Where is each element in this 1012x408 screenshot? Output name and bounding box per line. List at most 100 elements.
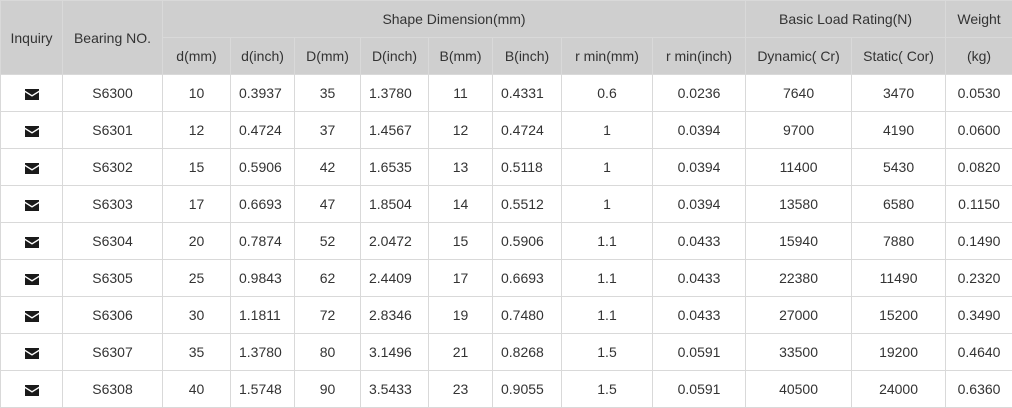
col-header-b-mm: B(mm) bbox=[429, 38, 493, 75]
table-row: S6306301.1811722.8346190.74801.10.043327… bbox=[1, 297, 1012, 334]
cell-b-inch: 0.4724 bbox=[493, 112, 562, 149]
cell-outer-d-inch: 1.4567 bbox=[361, 112, 429, 149]
cell-d-inch: 0.9843 bbox=[231, 260, 295, 297]
bearing-spec-table: Inquiry Bearing NO. Shape Dimension(mm) … bbox=[0, 0, 1012, 408]
cell-b-mm: 14 bbox=[429, 186, 493, 223]
cell-r-min-inch: 0.0394 bbox=[653, 149, 746, 186]
col-header-r-min-inch: r min(inch) bbox=[653, 38, 746, 75]
cell-bearing-no: S6301 bbox=[63, 112, 163, 149]
envelope-icon[interactable] bbox=[25, 200, 39, 211]
cell-r-min-mm: 1 bbox=[562, 112, 653, 149]
table-row: S6305250.9843622.4409170.66931.10.043322… bbox=[1, 260, 1012, 297]
cell-static-cor: 5430 bbox=[852, 149, 946, 186]
cell-outer-d-mm: 47 bbox=[295, 186, 361, 223]
envelope-icon[interactable] bbox=[25, 311, 39, 322]
cell-outer-d-inch: 2.8346 bbox=[361, 297, 429, 334]
cell-dynamic-cr: 13580 bbox=[746, 186, 852, 223]
col-header-weight-unit: (kg) bbox=[946, 38, 1012, 75]
cell-dynamic-cr: 40500 bbox=[746, 371, 852, 408]
cell-b-mm: 23 bbox=[429, 371, 493, 408]
envelope-icon[interactable] bbox=[25, 237, 39, 248]
cell-dynamic-cr: 7640 bbox=[746, 75, 852, 112]
inquiry-button[interactable] bbox=[1, 223, 63, 260]
envelope-icon[interactable] bbox=[25, 163, 39, 174]
col-header-d-mm: d(mm) bbox=[163, 38, 231, 75]
cell-r-min-inch: 0.0591 bbox=[653, 371, 746, 408]
envelope-icon[interactable] bbox=[25, 274, 39, 285]
cell-b-inch: 0.5118 bbox=[493, 149, 562, 186]
envelope-icon[interactable] bbox=[25, 348, 39, 359]
cell-d-mm: 30 bbox=[163, 297, 231, 334]
shape-dimension-header: Shape Dimension(mm) bbox=[163, 1, 746, 38]
cell-dynamic-cr: 15940 bbox=[746, 223, 852, 260]
cell-weight-kg: 0.0820 bbox=[946, 149, 1012, 186]
cell-dynamic-cr: 22380 bbox=[746, 260, 852, 297]
table-row: S6308401.5748903.5433230.90551.50.059140… bbox=[1, 371, 1012, 408]
table-row: S6307351.3780803.1496210.82681.50.059133… bbox=[1, 334, 1012, 371]
inquiry-button[interactable] bbox=[1, 75, 63, 112]
cell-r-min-inch: 0.0433 bbox=[653, 297, 746, 334]
inquiry-header: Inquiry bbox=[1, 1, 63, 75]
inquiry-button[interactable] bbox=[1, 112, 63, 149]
cell-outer-d-mm: 52 bbox=[295, 223, 361, 260]
cell-outer-d-mm: 37 bbox=[295, 112, 361, 149]
cell-b-mm: 15 bbox=[429, 223, 493, 260]
cell-dynamic-cr: 33500 bbox=[746, 334, 852, 371]
cell-d-inch: 0.4724 bbox=[231, 112, 295, 149]
cell-d-inch: 1.3780 bbox=[231, 334, 295, 371]
cell-bearing-no: S6305 bbox=[63, 260, 163, 297]
basic-load-rating-header: Basic Load Rating(N) bbox=[746, 1, 946, 38]
cell-dynamic-cr: 9700 bbox=[746, 112, 852, 149]
cell-b-mm: 13 bbox=[429, 149, 493, 186]
cell-static-cor: 4190 bbox=[852, 112, 946, 149]
cell-outer-d-inch: 3.5433 bbox=[361, 371, 429, 408]
cell-b-mm: 17 bbox=[429, 260, 493, 297]
cell-weight-kg: 0.3490 bbox=[946, 297, 1012, 334]
table-row: S6303170.6693471.8504140.551210.03941358… bbox=[1, 186, 1012, 223]
inquiry-button[interactable] bbox=[1, 334, 63, 371]
bearing-no-header: Bearing NO. bbox=[63, 1, 163, 75]
cell-r-min-inch: 0.0394 bbox=[653, 112, 746, 149]
cell-b-inch: 0.9055 bbox=[493, 371, 562, 408]
cell-r-min-mm: 1 bbox=[562, 186, 653, 223]
cell-static-cor: 24000 bbox=[852, 371, 946, 408]
cell-r-min-mm: 0.6 bbox=[562, 75, 653, 112]
col-header-b-inch: B(inch) bbox=[493, 38, 562, 75]
cell-b-inch: 0.6693 bbox=[493, 260, 562, 297]
cell-static-cor: 3470 bbox=[852, 75, 946, 112]
inquiry-button[interactable] bbox=[1, 371, 63, 408]
cell-r-min-inch: 0.0394 bbox=[653, 186, 746, 223]
inquiry-button[interactable] bbox=[1, 186, 63, 223]
envelope-icon[interactable] bbox=[25, 126, 39, 137]
cell-b-mm: 12 bbox=[429, 112, 493, 149]
cell-r-min-mm: 1.1 bbox=[562, 260, 653, 297]
inquiry-button[interactable] bbox=[1, 297, 63, 334]
col-header-r-min-mm: r min(mm) bbox=[562, 38, 653, 75]
cell-outer-d-mm: 42 bbox=[295, 149, 361, 186]
cell-weight-kg: 0.2320 bbox=[946, 260, 1012, 297]
cell-d-mm: 40 bbox=[163, 371, 231, 408]
cell-d-mm: 25 bbox=[163, 260, 231, 297]
cell-d-inch: 1.5748 bbox=[231, 371, 295, 408]
cell-weight-kg: 0.4640 bbox=[946, 334, 1012, 371]
cell-dynamic-cr: 27000 bbox=[746, 297, 852, 334]
cell-bearing-no: S6304 bbox=[63, 223, 163, 260]
cell-b-mm: 11 bbox=[429, 75, 493, 112]
cell-r-min-mm: 1.1 bbox=[562, 223, 653, 260]
envelope-icon[interactable] bbox=[25, 89, 39, 100]
cell-outer-d-mm: 90 bbox=[295, 371, 361, 408]
cell-b-inch: 0.7480 bbox=[493, 297, 562, 334]
cell-bearing-no: S6303 bbox=[63, 186, 163, 223]
cell-r-min-inch: 0.0433 bbox=[653, 223, 746, 260]
inquiry-button[interactable] bbox=[1, 260, 63, 297]
cell-bearing-no: S6307 bbox=[63, 334, 163, 371]
cell-b-inch: 0.5512 bbox=[493, 186, 562, 223]
cell-weight-kg: 0.0600 bbox=[946, 112, 1012, 149]
cell-d-inch: 1.1811 bbox=[231, 297, 295, 334]
inquiry-button[interactable] bbox=[1, 149, 63, 186]
cell-d-inch: 0.6693 bbox=[231, 186, 295, 223]
cell-r-min-mm: 1 bbox=[562, 149, 653, 186]
envelope-icon[interactable] bbox=[25, 385, 39, 396]
cell-dynamic-cr: 11400 bbox=[746, 149, 852, 186]
cell-d-inch: 0.3937 bbox=[231, 75, 295, 112]
